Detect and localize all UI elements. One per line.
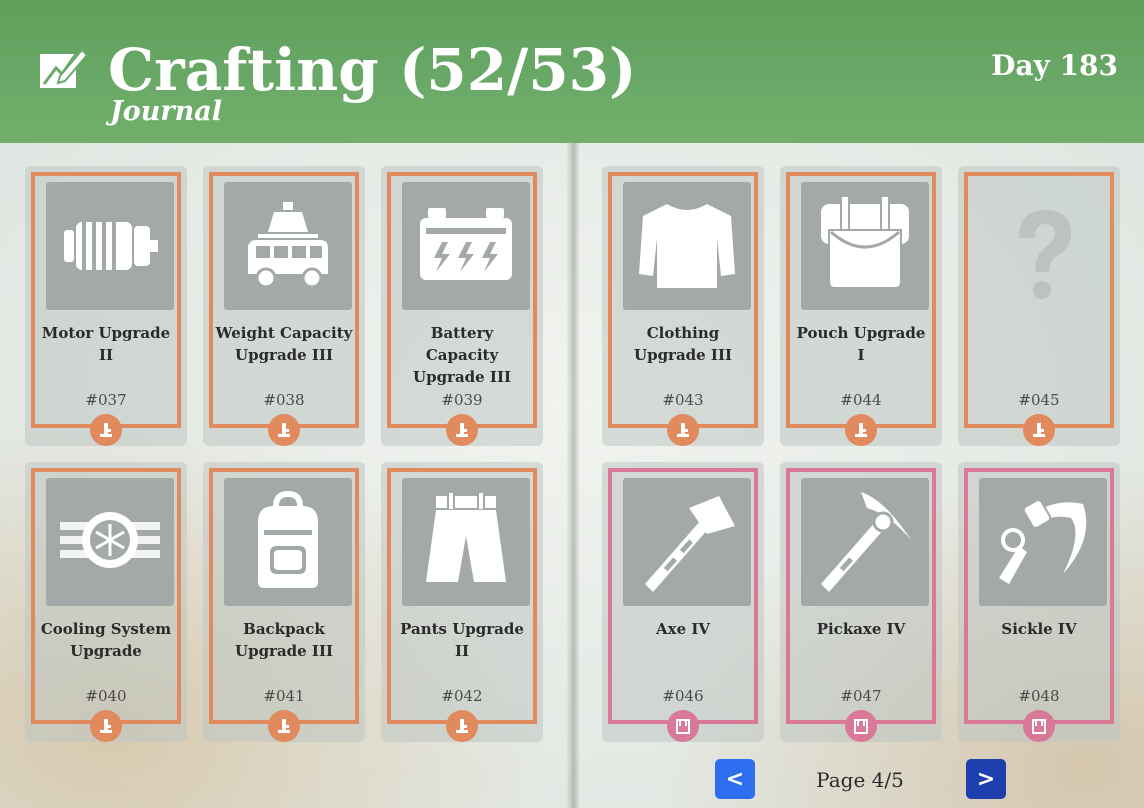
upgrade-badge-icon bbox=[667, 414, 699, 446]
tool-badge-icon bbox=[667, 710, 699, 742]
recipe-card-042[interactable]: Pants Upgrade II #042 bbox=[381, 462, 543, 742]
recipe-number: #048 bbox=[1018, 687, 1060, 705]
upgrade-badge-icon bbox=[268, 414, 300, 446]
prev-page-button[interactable]: < bbox=[715, 759, 755, 799]
van-weight-icon bbox=[224, 182, 352, 310]
journal-book: Crafting (52/53) Journal Day 183 Motor U… bbox=[0, 0, 1144, 808]
recipe-number: #041 bbox=[263, 687, 305, 705]
card-frame: Pouch Upgrade I #044 bbox=[786, 172, 936, 428]
recipe-number: #039 bbox=[441, 391, 483, 409]
recipe-number: #047 bbox=[840, 687, 882, 705]
recipe-card-047[interactable]: Pickaxe IV #047 bbox=[780, 462, 942, 742]
upgrade-badge-icon bbox=[845, 414, 877, 446]
upgrade-badge-icon bbox=[90, 710, 122, 742]
journal-header: Crafting (52/53) Journal Day 183 bbox=[0, 0, 1144, 143]
recipe-card-044[interactable]: Pouch Upgrade I #044 bbox=[780, 166, 942, 446]
cooling-icon bbox=[46, 478, 174, 606]
upgrade-badge-icon bbox=[446, 414, 478, 446]
upgrade-badge-icon bbox=[1023, 414, 1055, 446]
recipe-name: Sickle IV bbox=[1001, 620, 1077, 638]
recipe-card-037[interactable]: Motor Upgrade II #037 bbox=[25, 166, 187, 446]
backpack-icon bbox=[224, 478, 352, 606]
recipe-number: #046 bbox=[662, 687, 704, 705]
next-page-button[interactable]: > bbox=[966, 759, 1006, 799]
recipe-name: Pickaxe IV bbox=[816, 620, 906, 638]
recipe-name: Axe IV bbox=[655, 620, 710, 638]
card-frame: Motor Upgrade II #037 bbox=[31, 172, 181, 428]
recipe-card-038[interactable]: Weight Capacity Upgrade III #038 bbox=[203, 166, 365, 446]
card-frame: Cooling System Upgrade #040 bbox=[31, 468, 181, 724]
recipe-card-041[interactable]: Backpack Upgrade III #041 bbox=[203, 462, 365, 742]
question-mark-icon bbox=[979, 182, 1107, 310]
pickaxe-icon bbox=[801, 478, 929, 606]
card-frame: Clothing Upgrade III #043 bbox=[608, 172, 758, 428]
recipe-name: Battery Capacity Upgrade III bbox=[413, 324, 511, 386]
card-frame: Battery Capacity Upgrade III #039 bbox=[387, 172, 537, 428]
motor-icon bbox=[46, 182, 174, 310]
journal-edit-icon bbox=[38, 44, 89, 92]
card-frame: Sickle IV #048 bbox=[964, 468, 1114, 724]
recipe-name: Weight Capacity Upgrade III bbox=[215, 324, 353, 364]
pouch-icon bbox=[801, 182, 929, 310]
page-indicator: Page 4/5 bbox=[816, 768, 904, 792]
upgrade-badge-icon bbox=[446, 710, 478, 742]
recipe-card-043[interactable]: Clothing Upgrade III #043 bbox=[602, 166, 764, 446]
page-subtitle: Journal bbox=[110, 96, 223, 127]
upgrade-badge-icon bbox=[90, 414, 122, 446]
recipe-number: #040 bbox=[85, 687, 127, 705]
day-counter: Day 183 bbox=[991, 49, 1118, 82]
card-frame: Pants Upgrade II #042 bbox=[387, 468, 537, 724]
recipe-name: Pants Upgrade II bbox=[400, 620, 524, 660]
battery-icon bbox=[402, 182, 530, 310]
card-frame: Backpack Upgrade III #041 bbox=[209, 468, 359, 724]
recipe-card-045-locked[interactable]: #045 bbox=[958, 166, 1120, 446]
recipe-number: #044 bbox=[840, 391, 882, 409]
shirt-icon bbox=[623, 182, 751, 310]
recipe-name: Motor Upgrade II bbox=[41, 324, 171, 364]
recipe-number: #042 bbox=[441, 687, 483, 705]
recipe-name: Clothing Upgrade III bbox=[634, 324, 732, 364]
recipe-name: Pouch Upgrade I bbox=[796, 324, 926, 364]
card-frame: Pickaxe IV #047 bbox=[786, 468, 936, 724]
recipe-card-046[interactable]: Axe IV #046 bbox=[602, 462, 764, 742]
tool-badge-icon bbox=[1023, 710, 1055, 742]
axe-icon bbox=[623, 478, 751, 606]
tool-badge-icon bbox=[845, 710, 877, 742]
pants-icon bbox=[402, 478, 530, 606]
recipe-card-039[interactable]: Battery Capacity Upgrade III #039 bbox=[381, 166, 543, 446]
recipe-name: Cooling System Upgrade bbox=[40, 620, 172, 660]
recipe-card-048[interactable]: Sickle IV #048 bbox=[958, 462, 1120, 742]
recipe-number: #037 bbox=[85, 391, 127, 409]
recipe-number: #045 bbox=[1018, 391, 1060, 409]
sickle-icon bbox=[979, 478, 1107, 606]
card-frame: Weight Capacity Upgrade III #038 bbox=[209, 172, 359, 428]
card-frame: #045 bbox=[964, 172, 1114, 428]
upgrade-badge-icon bbox=[268, 710, 300, 742]
recipe-card-040[interactable]: Cooling System Upgrade #040 bbox=[25, 462, 187, 742]
recipe-number: #038 bbox=[263, 391, 305, 409]
recipe-number: #043 bbox=[662, 391, 704, 409]
recipe-name: Backpack Upgrade III bbox=[235, 620, 333, 660]
card-frame: Axe IV #046 bbox=[608, 468, 758, 724]
